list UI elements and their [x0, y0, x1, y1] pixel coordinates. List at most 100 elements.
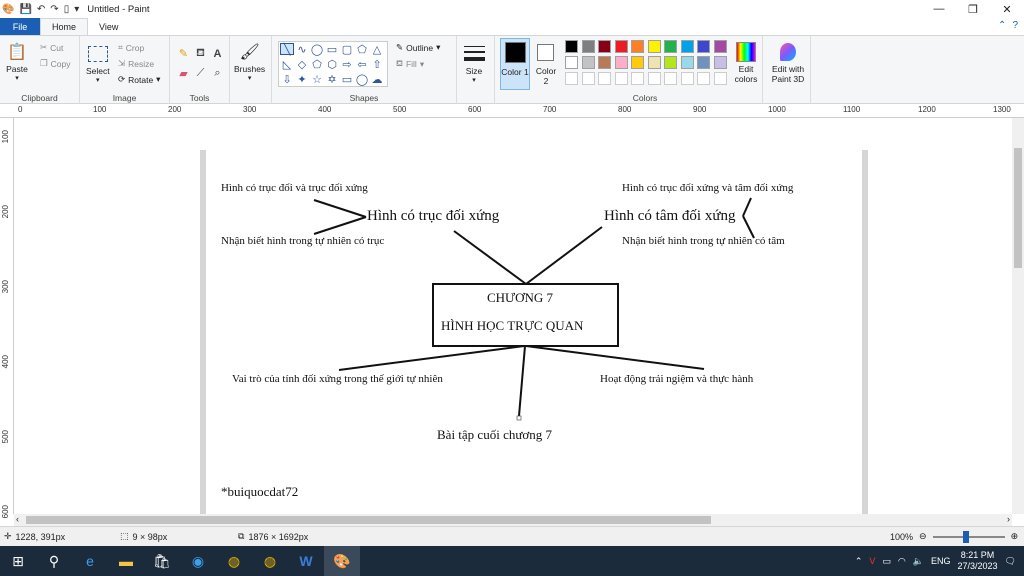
antivirus-icon[interactable]: V: [869, 556, 875, 566]
horizontal-scroll-thumb[interactable]: [26, 516, 711, 524]
right-arrow-shape-icon[interactable]: ⇨: [340, 58, 354, 71]
color-swatch[interactable]: [598, 72, 611, 85]
customize-toolbar-icon[interactable]: ▾: [74, 4, 79, 15]
vertical-scrollbar[interactable]: [1012, 118, 1024, 514]
zoom-out-icon[interactable]: ⊖: [919, 531, 927, 542]
selection-handle[interactable]: [516, 415, 522, 421]
color-swatch[interactable]: [713, 40, 727, 53]
rounded-rectangle-shape-icon[interactable]: ▢: [340, 43, 354, 56]
wifi-icon[interactable]: ◠: [898, 556, 906, 567]
down-arrow-shape-icon[interactable]: ⇩: [280, 73, 294, 86]
color-swatch[interactable]: [647, 40, 661, 53]
polygon-shape-icon[interactable]: ⬠: [355, 43, 369, 56]
color-swatch[interactable]: [697, 56, 710, 69]
fill-bucket-icon[interactable]: ⛾: [193, 46, 208, 61]
color-swatch[interactable]: [598, 40, 611, 53]
diamond-shape-icon[interactable]: ◇: [295, 58, 309, 71]
show-hidden-icons-icon[interactable]: ⌃: [855, 556, 863, 567]
pencil-icon[interactable]: ✎: [176, 46, 191, 61]
color-swatch[interactable]: [614, 72, 628, 85]
callout-shape-icon[interactable]: ▭: [340, 73, 354, 86]
curve-shape-icon[interactable]: ∿: [295, 43, 309, 56]
magnifier-icon[interactable]: ⌕: [210, 66, 225, 81]
resize-button[interactable]: ⇲ Resize: [118, 58, 154, 69]
tab-view[interactable]: View: [88, 18, 129, 35]
outline-button[interactable]: ✎ Outline ▾: [396, 42, 440, 53]
color-swatch[interactable]: [565, 72, 578, 85]
color-swatch[interactable]: [614, 40, 628, 53]
color-swatch[interactable]: [664, 72, 677, 85]
edit-colors-button[interactable]: Edit colors: [731, 40, 761, 84]
color-swatch[interactable]: [565, 40, 578, 53]
color-swatch[interactable]: [713, 56, 727, 69]
undo-icon[interactable]: ↶: [37, 4, 45, 15]
color-swatch[interactable]: [631, 40, 644, 53]
notifications-icon[interactable]: 🗨: [1005, 556, 1016, 567]
color-swatch[interactable]: [581, 40, 595, 53]
edge-icon[interactable]: e: [72, 546, 108, 576]
zalo-icon[interactable]: ◉: [180, 546, 216, 576]
battery-icon[interactable]: ▭: [882, 556, 891, 567]
color-swatch[interactable]: [697, 40, 710, 53]
store-icon[interactable]: 🛍: [144, 546, 180, 576]
line-shape-icon[interactable]: ╲: [280, 43, 294, 56]
color-swatch[interactable]: [631, 56, 644, 69]
collapse-ribbon-icon[interactable]: ⌃: [998, 20, 1006, 31]
up-arrow-shape-icon[interactable]: ⇧: [370, 58, 384, 71]
edit-paint3d-button[interactable]: Edit with Paint 3D: [767, 40, 809, 84]
minimize-button[interactable]: —: [922, 0, 956, 18]
color-swatch[interactable]: [647, 72, 661, 85]
five-point-star-shape-icon[interactable]: ☆: [310, 73, 324, 86]
size-button[interactable]: Size ▾: [463, 42, 485, 84]
redo-icon[interactable]: ↷: [50, 4, 58, 15]
zoom-in-icon[interactable]: ⊕: [1011, 531, 1019, 542]
crop-button[interactable]: ⌗ Crop: [118, 42, 144, 53]
text-icon[interactable]: A: [210, 46, 225, 61]
paint-taskbar-icon[interactable]: 🎨: [324, 546, 360, 576]
color-swatch[interactable]: [664, 40, 677, 53]
color-swatch[interactable]: [581, 56, 595, 69]
color-swatch[interactable]: [680, 56, 694, 69]
scroll-right-icon[interactable]: ›: [1007, 514, 1010, 524]
oval-shape-icon[interactable]: ◯: [310, 43, 324, 56]
vertical-scroll-thumb[interactable]: [1014, 148, 1022, 268]
rotate-button[interactable]: ⟳ Rotate ▾: [118, 74, 160, 85]
select-button[interactable]: Select ▾: [86, 42, 110, 84]
color-swatch[interactable]: [680, 40, 694, 53]
color-swatch[interactable]: [697, 72, 710, 85]
color-picker-icon[interactable]: ⟋: [193, 66, 208, 81]
clock[interactable]: 8:21 PM 27/3/2023: [958, 550, 998, 572]
six-point-star-shape-icon[interactable]: ✡: [325, 73, 339, 86]
close-button[interactable]: ✕: [990, 0, 1024, 18]
help-icon[interactable]: ?: [1012, 20, 1018, 31]
color-swatch[interactable]: [713, 72, 727, 85]
search-icon[interactable]: ⚲: [36, 546, 72, 576]
color-swatch[interactable]: [647, 56, 661, 69]
four-point-star-shape-icon[interactable]: ✦: [295, 73, 309, 86]
horizontal-scrollbar[interactable]: ‹ ›: [14, 514, 1012, 526]
fill-button[interactable]: ⛾ Fill ▾: [396, 58, 424, 70]
input-language[interactable]: ENG: [931, 556, 951, 566]
windows-start-icon[interactable]: ⊞: [0, 546, 36, 576]
pentagon-shape-icon[interactable]: ⬠: [310, 58, 324, 71]
volume-icon[interactable]: 🔈: [913, 556, 924, 567]
canvas-workspace[interactable]: CHƯƠNG 7 HÌNH HỌC TRỰC QUAN Hình có trục…: [14, 118, 1012, 514]
paste-button[interactable]: 📋 Paste ▾: [6, 40, 28, 82]
save-icon[interactable]: 💾: [19, 4, 31, 15]
tab-home[interactable]: Home: [40, 18, 89, 35]
oval-callout-shape-icon[interactable]: ◯: [355, 73, 369, 86]
new-file-icon[interactable]: ▯: [64, 4, 70, 15]
scroll-left-icon[interactable]: ‹: [16, 514, 19, 524]
file-explorer-icon[interactable]: ▬: [108, 546, 144, 576]
brushes-button[interactable]: 🖌 Brushes ▾: [234, 40, 265, 82]
copy-button[interactable]: ❐ Copy: [40, 58, 70, 69]
tab-file[interactable]: File: [0, 18, 40, 35]
cloud-callout-shape-icon[interactable]: ☁: [370, 73, 384, 86]
color-swatch[interactable]: [631, 72, 644, 85]
cut-button[interactable]: ✂ Cut: [40, 42, 63, 53]
canvas[interactable]: CHƯƠNG 7 HÌNH HỌC TRỰC QUAN Hình có trục…: [14, 118, 1012, 514]
color2-button[interactable]: Color 2: [533, 38, 559, 90]
zoom-slider-thumb[interactable]: [962, 530, 969, 543]
color-swatch[interactable]: [565, 56, 578, 69]
color-swatch[interactable]: [614, 56, 628, 69]
